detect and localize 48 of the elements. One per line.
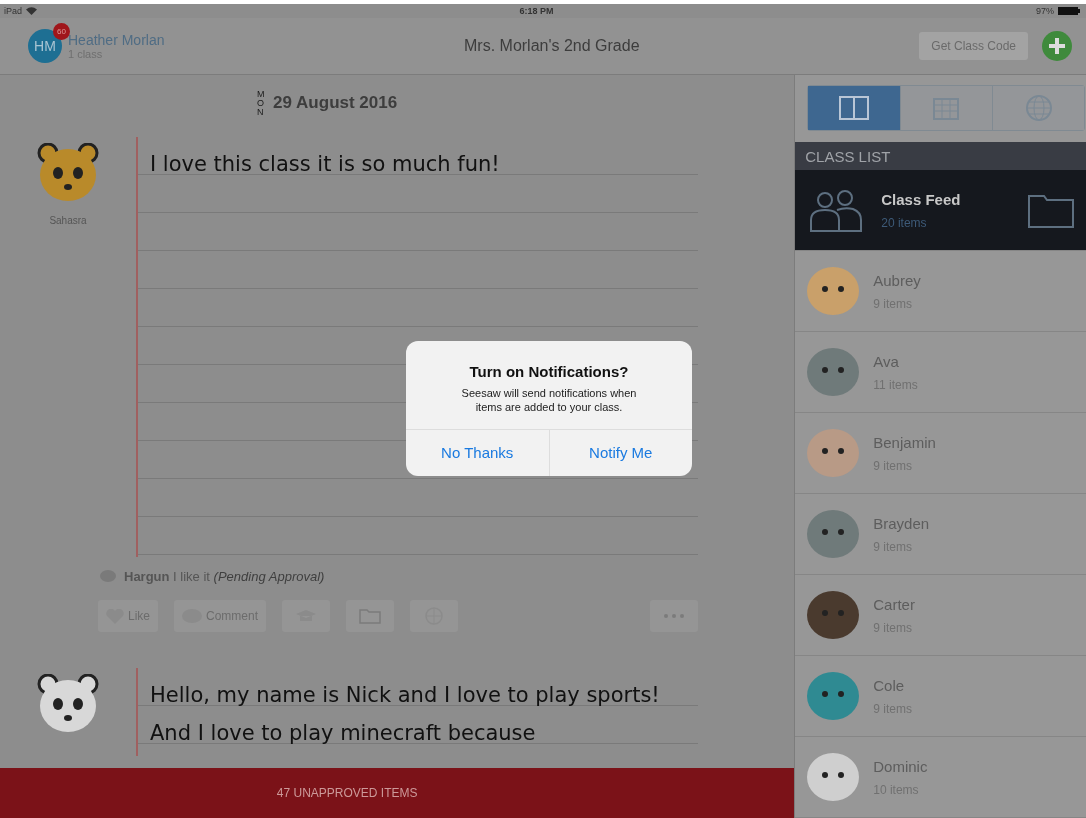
clock: 6:18 PM bbox=[519, 6, 554, 16]
dialog-button[interactable]: No Thanks bbox=[406, 429, 549, 476]
student-name: Cole bbox=[873, 676, 906, 694]
dialog-title: Turn on Notifications? bbox=[468, 363, 630, 380]
notification-badge: 60 bbox=[53, 23, 70, 40]
user-name[interactable]: Heather Morlan bbox=[68, 32, 165, 48]
item-count: 20 items bbox=[881, 215, 928, 230]
animal-avatar-icon bbox=[805, 265, 862, 317]
add-icon[interactable] bbox=[1042, 31, 1072, 61]
dialog-message: Seesaw will send notifications when items are added to your class. bbox=[460, 386, 638, 415]
student-name: Aubrey bbox=[873, 271, 922, 289]
student-name: Benjamin bbox=[873, 433, 937, 451]
dialog-button[interactable]: Notify Me bbox=[548, 429, 692, 476]
class-list-item[interactable]: Class Feed 20 items bbox=[795, 170, 1086, 251]
more-button[interactable] bbox=[650, 600, 698, 632]
battery-percent: 97% bbox=[1035, 6, 1054, 16]
globe-icon bbox=[1024, 94, 1053, 123]
class-title: Mrs. Morlan's 2nd Grade bbox=[464, 37, 641, 55]
animal-avatar-icon bbox=[36, 674, 100, 734]
get-class-code-button[interactable]: Get Class Code bbox=[919, 32, 1028, 60]
book-icon bbox=[838, 96, 869, 121]
weekday-label: MON bbox=[257, 89, 266, 117]
device-label: iPad bbox=[4, 6, 22, 16]
animal-avatar-icon bbox=[805, 346, 862, 398]
unapproved-items-bar[interactable]: 47 UNAPPROVED ITEMS bbox=[0, 768, 795, 818]
view-tab[interactable] bbox=[808, 86, 900, 131]
folder-icon bbox=[359, 608, 382, 624]
animal-avatar-icon bbox=[805, 670, 862, 722]
student-name: Carter bbox=[873, 595, 916, 613]
animal-avatar-icon bbox=[805, 751, 862, 803]
post-text: Hello, my name is Nick and I love to play sports! And I love to play minecraft because bbox=[150, 682, 661, 747]
student-name: Dominic bbox=[873, 757, 929, 775]
battery-icon bbox=[1058, 7, 1080, 15]
more-icon bbox=[663, 613, 685, 619]
animal-avatar-icon bbox=[805, 508, 862, 560]
folder-button[interactable] bbox=[346, 600, 395, 632]
class-list-heading: CLASS LIST bbox=[795, 142, 1086, 170]
feed-date: 29 August 2016 bbox=[273, 93, 398, 113]
post-text: I love this class it is so much fun! bbox=[150, 151, 501, 178]
student-name: Brayden bbox=[873, 514, 931, 532]
calendar-icon bbox=[933, 96, 960, 121]
student-name: Class Feed bbox=[881, 190, 962, 208]
animal-avatar-icon bbox=[805, 589, 862, 641]
folder-icon[interactable] bbox=[1028, 192, 1074, 228]
animal-avatar-icon bbox=[805, 427, 862, 479]
animal-avatar-icon bbox=[36, 143, 100, 203]
student-name: Ava bbox=[873, 352, 900, 370]
wifi-icon bbox=[26, 7, 37, 15]
